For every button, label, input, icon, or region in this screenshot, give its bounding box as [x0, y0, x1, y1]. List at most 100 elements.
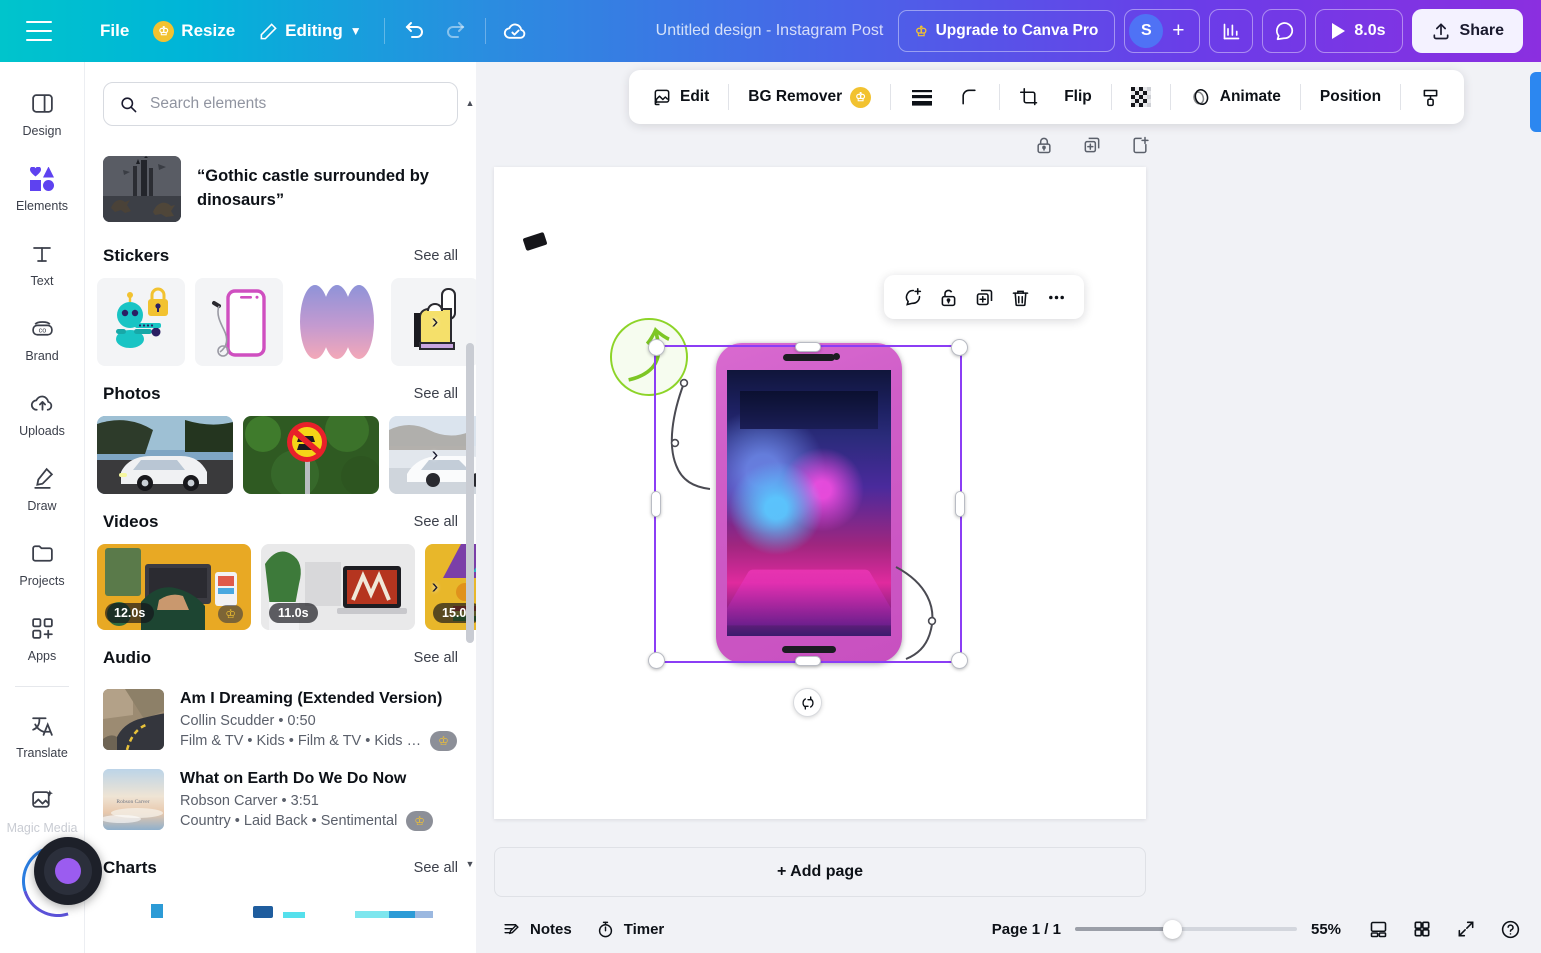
add-page-icon[interactable]: [1125, 130, 1155, 160]
insights-button[interactable]: [1209, 9, 1254, 53]
grid-view-icon[interactable]: [1407, 914, 1437, 944]
upgrade-to-pro-button[interactable]: ♔ Upgrade to Canva Pro: [898, 10, 1116, 52]
zoom-slider[interactable]: [1075, 919, 1297, 939]
chart-thumbnail[interactable]: [343, 894, 453, 918]
editing-mode-button[interactable]: Editing ▼: [247, 13, 374, 49]
copy-style-button[interactable]: [1409, 77, 1452, 117]
avatar[interactable]: S: [1129, 14, 1164, 48]
share-button[interactable]: Share: [1411, 9, 1523, 53]
chart-thumbnail[interactable]: [103, 894, 213, 918]
divider: [1299, 84, 1301, 110]
edit-image-button[interactable]: Edit: [641, 77, 720, 117]
see-all-stickers[interactable]: See all: [414, 248, 458, 264]
add-collaborator-icon[interactable]: +: [1163, 16, 1193, 46]
resize-handle-top-right[interactable]: [951, 339, 968, 356]
undo-icon[interactable]: [395, 11, 435, 51]
zoom-knob[interactable]: [1163, 919, 1182, 939]
duplicate-page-icon[interactable]: [1077, 130, 1107, 160]
lock-icon[interactable]: [1029, 130, 1059, 160]
sticker-phone[interactable]: [195, 278, 283, 366]
rotate-handle[interactable]: [793, 688, 822, 717]
animate-button[interactable]: Animate: [1179, 77, 1292, 117]
sidebar-item-brand[interactable]: co Brand: [3, 307, 81, 369]
sidebar-item-uploads[interactable]: Uploads: [3, 382, 81, 444]
resize-button[interactable]: ♔ Resize: [141, 13, 247, 50]
panel-scroll-content: “Gothic castle surrounded by dinosaurs” …: [85, 146, 476, 953]
scroll-up-arrow[interactable]: ▲: [465, 98, 475, 108]
border-weight-button[interactable]: [899, 77, 945, 117]
bg-remover-button[interactable]: BG Remover ♔: [737, 77, 882, 117]
sidebar-item-apps[interactable]: Apps: [3, 607, 81, 669]
videos-next-arrow[interactable]: ›: [424, 576, 446, 598]
sticker-gradient-ovals[interactable]: [293, 278, 381, 366]
add-comment-icon[interactable]: [896, 281, 928, 313]
unlock-icon[interactable]: [932, 281, 964, 313]
flip-button[interactable]: Flip: [1053, 77, 1103, 117]
sidebar-item-text[interactable]: Text: [3, 232, 81, 294]
audio-track-item[interactable]: Am I Dreaming (Extended Version) Collin …: [85, 680, 476, 760]
trash-icon[interactable]: [1004, 281, 1036, 313]
resize-handle-bottom[interactable]: [795, 656, 821, 666]
position-button[interactable]: Position: [1309, 77, 1392, 117]
scroll-down-arrow[interactable]: ▼: [465, 859, 475, 869]
scrollbar-thumb[interactable]: [466, 343, 474, 643]
corner-radius-button[interactable]: [947, 77, 991, 117]
photo-white-muscle-car[interactable]: [97, 416, 233, 494]
see-all-audio[interactable]: See all: [414, 650, 458, 666]
redo-icon[interactable]: [435, 11, 475, 51]
recorder-button[interactable]: [34, 837, 102, 905]
element-selection-box[interactable]: [648, 275, 1084, 669]
search-suggestion[interactable]: “Gothic castle surrounded by dinosaurs”: [85, 146, 476, 228]
resize-handle-bottom-right[interactable]: [951, 652, 968, 669]
hamburger-icon[interactable]: [26, 21, 52, 41]
photos-next-arrow[interactable]: ›: [424, 444, 446, 466]
see-all-photos[interactable]: See all: [414, 386, 458, 402]
sidebar-item-magic-media[interactable]: Magic Media: [3, 779, 81, 841]
more-dots-icon[interactable]: [1040, 281, 1072, 313]
transparency-button[interactable]: [1120, 77, 1162, 117]
audio-artwork: Robson Carver: [103, 768, 164, 830]
folder-icon: [29, 540, 56, 567]
document-title[interactable]: Untitled design - Instagram Post: [656, 22, 884, 40]
expand-icon[interactable]: [1451, 914, 1481, 944]
resize-handle-bottom-left[interactable]: [648, 652, 665, 669]
resize-handle-top[interactable]: [795, 342, 821, 352]
sidebar-item-design[interactable]: Design: [3, 82, 81, 144]
screen-recorder-widget[interactable]: [9, 832, 107, 930]
chart-thumbnail[interactable]: [223, 894, 333, 918]
right-edge-indicator[interactable]: [1530, 72, 1541, 132]
add-page-button[interactable]: + Add page: [494, 847, 1146, 897]
sidebar-item-elements[interactable]: Elements: [3, 157, 81, 219]
see-all-videos[interactable]: See all: [414, 514, 458, 530]
sidebar-item-projects[interactable]: Projects: [3, 532, 81, 594]
sidebar-item-draw[interactable]: Draw: [3, 457, 81, 519]
video-laptop-plant[interactable]: 11.0s: [261, 544, 415, 630]
help-icon[interactable]: [1495, 914, 1525, 944]
audio-track-item[interactable]: Robson Carver What on Earth Do We Do Now…: [85, 760, 476, 840]
duplicate-icon[interactable]: [968, 281, 1000, 313]
crop-button[interactable]: [1008, 77, 1051, 117]
sticker-robot-lock[interactable]: [97, 278, 185, 366]
search-box[interactable]: [103, 82, 458, 126]
stickers-next-arrow[interactable]: ›: [424, 311, 446, 333]
cloud-check-icon[interactable]: [496, 11, 536, 51]
timer-button[interactable]: Timer: [584, 912, 677, 946]
collaborators-group[interactable]: S +: [1124, 9, 1201, 53]
comments-button[interactable]: [1262, 9, 1307, 53]
file-menu-button[interactable]: File: [88, 13, 141, 49]
page-view-icon[interactable]: [1363, 914, 1393, 944]
panel-scrollbar[interactable]: ▲ ▼: [465, 98, 475, 869]
resize-handle-top-left[interactable]: [648, 339, 665, 356]
video-desk-typing[interactable]: 12.0s ♔: [97, 544, 251, 630]
see-all-charts[interactable]: See all: [414, 860, 458, 876]
design-page[interactable]: ⤴: [494, 167, 1146, 819]
sidebar-item-translate[interactable]: Translate: [3, 704, 81, 766]
timer-label: Timer: [623, 920, 665, 938]
notes-button[interactable]: Notes: [490, 912, 584, 946]
divider: [383, 18, 385, 44]
resize-handle-right[interactable]: [955, 491, 965, 517]
photo-no-parking-sign[interactable]: [243, 416, 379, 494]
resize-handle-left[interactable]: [651, 491, 661, 517]
present-button[interactable]: 8.0s: [1315, 9, 1403, 53]
search-input[interactable]: [149, 95, 442, 113]
